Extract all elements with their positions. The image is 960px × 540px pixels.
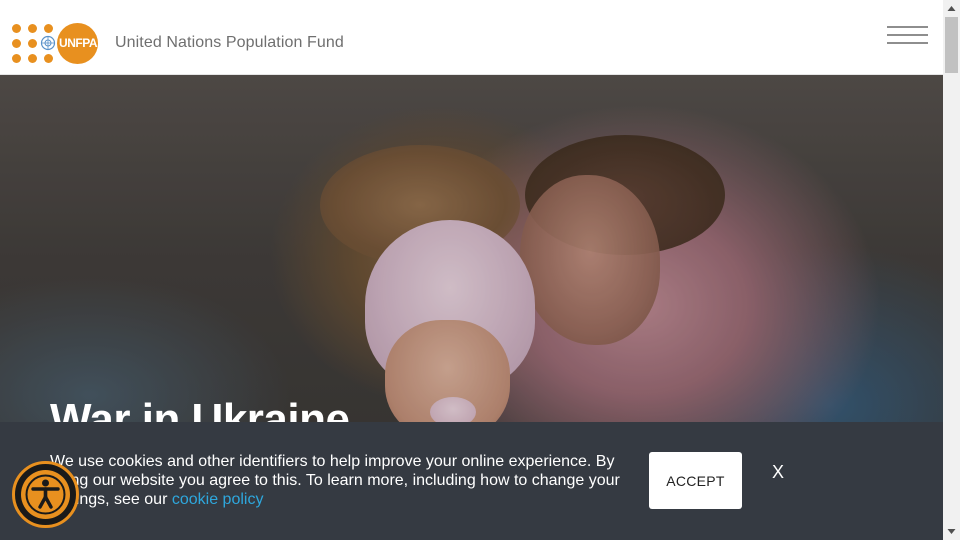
un-emblem-icon (40, 35, 56, 51)
accessibility-button[interactable] (12, 461, 79, 528)
cookie-policy-link[interactable]: cookie policy (172, 491, 264, 508)
accessibility-person-icon (21, 470, 70, 519)
accept-cookies-button[interactable]: ACCEPT (649, 452, 742, 509)
organization-name: United Nations Population Fund (115, 34, 344, 51)
unfpa-logo[interactable]: UNFPA (12, 22, 100, 64)
close-banner-button[interactable]: X (768, 462, 788, 484)
page-scrollbar[interactable] (943, 0, 960, 540)
cookie-notice-text: We use cookies and other identifiers to … (50, 452, 630, 509)
logo-wordmark: UNFPA (57, 23, 98, 64)
scroll-down-arrow-icon[interactable] (943, 523, 960, 540)
site-header: UNFPA United Nations Population Fund (0, 0, 943, 75)
cookie-banner: We use cookies and other identifiers to … (0, 422, 943, 540)
cookie-notice-body: We use cookies and other identifiers to … (50, 453, 620, 508)
scroll-up-arrow-icon[interactable] (943, 0, 960, 17)
scrollbar-thumb[interactable] (945, 17, 958, 73)
hamburger-menu-icon[interactable] (887, 24, 929, 48)
